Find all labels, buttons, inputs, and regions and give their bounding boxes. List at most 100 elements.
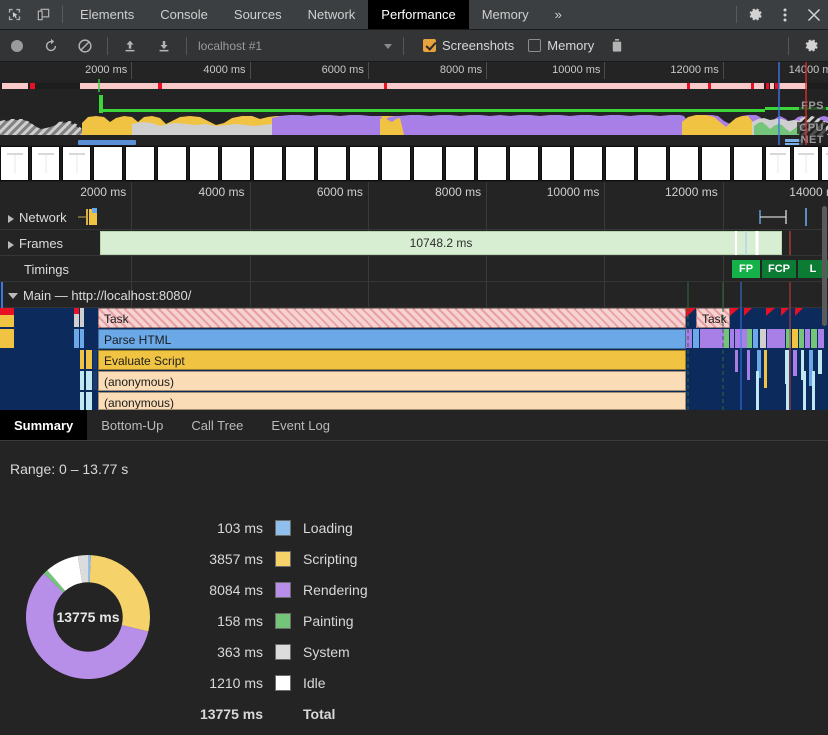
frame-thumb-line [45, 155, 46, 173]
screenshot-filmstrip[interactable] [0, 145, 828, 182]
overview-network-band [0, 79, 828, 91]
timing-marker-fcp[interactable]: FCP [762, 260, 796, 278]
filmstrip-frame[interactable] [821, 146, 828, 181]
gear-icon[interactable] [741, 0, 770, 29]
track-main[interactable]: Main — http://localhost:8080/ [0, 282, 828, 308]
main-flame-rows[interactable]: Task Task Parse HTML Evaluate Script (an… [0, 308, 828, 410]
legend-swatch-scripting [275, 551, 291, 567]
filmstrip-frame[interactable] [477, 146, 507, 181]
track-frames[interactable]: Frames 10748.2 ms [0, 230, 828, 256]
filmstrip-frame[interactable] [793, 146, 819, 181]
filmstrip-frame[interactable] [189, 146, 219, 181]
flame-bar-task-2[interactable]: Task [696, 308, 730, 328]
filmstrip-frame[interactable] [125, 146, 155, 181]
cpu-label: CPU [797, 122, 826, 134]
timeline-flame-chart[interactable]: 2000 ms4000 ms6000 ms8000 ms10000 ms1200… [0, 182, 828, 410]
legend-value-idle: 1210 ms [175, 675, 275, 691]
overview-tick: 8000 ms [369, 62, 487, 79]
network-track-bars [0, 204, 828, 230]
clear-button[interactable] [68, 30, 102, 62]
reload-and-record-button[interactable] [34, 30, 68, 62]
toolbar-divider-3 [403, 37, 404, 55]
tab-memory[interactable]: Memory [469, 0, 542, 29]
filmstrip-frame[interactable] [413, 146, 443, 181]
flame-bar-anonymous-1[interactable]: (anonymous) [98, 371, 686, 391]
timeline-overview[interactable]: 2000 ms4000 ms6000 ms8000 ms10000 ms1200… [0, 62, 828, 145]
flame-bar-task[interactable]: Task [98, 308, 686, 328]
filmstrip-frame[interactable] [765, 146, 791, 181]
memory-checkbox[interactable]: Memory [528, 38, 594, 53]
summary-panel: 13775 ms 103 ms Loading 3857 ms Scriptin… [0, 490, 828, 729]
filmstrip-frame[interactable] [62, 146, 91, 181]
tab-summary[interactable]: Summary [0, 410, 87, 440]
track-main-label[interactable]: Main — http://localhost:8080/ [8, 289, 191, 302]
frame-duration-bar[interactable]: 10748.2 ms [100, 231, 782, 255]
legend-row-total: 13775 ms Total [175, 698, 368, 729]
device-toolbar-icon[interactable] [29, 0, 58, 29]
legend-row-painting[interactable]: 158 ms Painting [175, 605, 368, 636]
legend-swatch-idle [275, 675, 291, 691]
filmstrip-frame[interactable] [637, 146, 667, 181]
filmstrip-frame[interactable] [701, 146, 731, 181]
filmstrip-frame[interactable] [285, 146, 315, 181]
legend-swatch-total [275, 706, 291, 722]
legend-row-loading[interactable]: 103 ms Loading [175, 512, 368, 543]
donut-center-label: 13775 ms [56, 609, 119, 625]
filmstrip-frame[interactable] [221, 146, 251, 181]
filmstrip-frame[interactable] [349, 146, 379, 181]
trash-icon[interactable] [600, 30, 634, 62]
flame-bar-anonymous-2[interactable]: (anonymous) [98, 392, 686, 410]
record-button[interactable] [0, 30, 34, 62]
toolbar-divider-4 [788, 37, 789, 55]
activity-donut-chart[interactable]: 13775 ms [0, 490, 175, 729]
flame-ruler: 2000 ms4000 ms6000 ms8000 ms10000 ms1200… [0, 182, 828, 204]
close-icon[interactable] [799, 0, 828, 29]
legend-row-scripting[interactable]: 3857 ms Scripting [175, 543, 368, 574]
legend-row-system[interactable]: 363 ms System [175, 636, 368, 667]
flame-scrollbar-thumb[interactable] [822, 206, 827, 326]
tab-performance[interactable]: Performance [368, 0, 468, 29]
load-profile-icon[interactable] [113, 30, 147, 62]
more-tabs-button[interactable]: » [542, 0, 575, 29]
filmstrip-frame[interactable] [733, 146, 763, 181]
filmstrip-frame[interactable] [541, 146, 571, 181]
track-timings[interactable]: Timings FP FCP L [0, 256, 828, 282]
timing-marker-fp[interactable]: FP [732, 260, 760, 278]
filmstrip-frame[interactable] [0, 146, 29, 181]
capture-settings-gear-icon[interactable] [794, 30, 828, 62]
filmstrip-frame[interactable] [669, 146, 699, 181]
performance-toolbar: localhost #1 Screenshots Memory [0, 30, 828, 62]
tab-elements[interactable]: Elements [67, 0, 147, 29]
track-network[interactable]: Network [0, 204, 828, 230]
tab-bottom-up[interactable]: Bottom-Up [87, 410, 177, 440]
filmstrip-frame[interactable] [157, 146, 187, 181]
save-profile-icon[interactable] [147, 30, 181, 62]
flame-bar-evaluate-script[interactable]: Evaluate Script [98, 350, 686, 370]
legend-row-idle[interactable]: 1210 ms Idle [175, 667, 368, 698]
filmstrip-frame[interactable] [381, 146, 411, 181]
filmstrip-frame[interactable] [317, 146, 347, 181]
legend-row-rendering[interactable]: 8084 ms Rendering [175, 574, 368, 605]
filmstrip-frame[interactable] [93, 146, 123, 181]
overview-fps-chart [0, 91, 828, 113]
track-network-label[interactable]: Network [8, 211, 67, 224]
filmstrip-frame[interactable] [605, 146, 635, 181]
tab-event-log[interactable]: Event Log [257, 410, 344, 440]
inspect-element-icon[interactable] [0, 0, 29, 29]
tab-call-tree[interactable]: Call Tree [177, 410, 257, 440]
tab-console[interactable]: Console [147, 0, 221, 29]
target-select[interactable]: localhost #1 [198, 36, 398, 56]
filmstrip-frame[interactable] [253, 146, 283, 181]
filmstrip-frame[interactable] [573, 146, 603, 181]
filmstrip-frame[interactable] [445, 146, 475, 181]
screenshots-checkbox[interactable]: Screenshots [423, 38, 514, 53]
filmstrip-frame[interactable] [509, 146, 539, 181]
kebab-menu-icon[interactable] [770, 0, 799, 29]
legend-value-system: 363 ms [175, 644, 275, 660]
legend-value-rendering: 8084 ms [175, 582, 275, 598]
tab-sources[interactable]: Sources [221, 0, 295, 29]
filmstrip-frame[interactable] [31, 146, 60, 181]
tab-network[interactable]: Network [295, 0, 369, 29]
flame-bar-parse-html[interactable]: Parse HTML [98, 329, 686, 349]
track-frames-label[interactable]: Frames [8, 237, 63, 250]
